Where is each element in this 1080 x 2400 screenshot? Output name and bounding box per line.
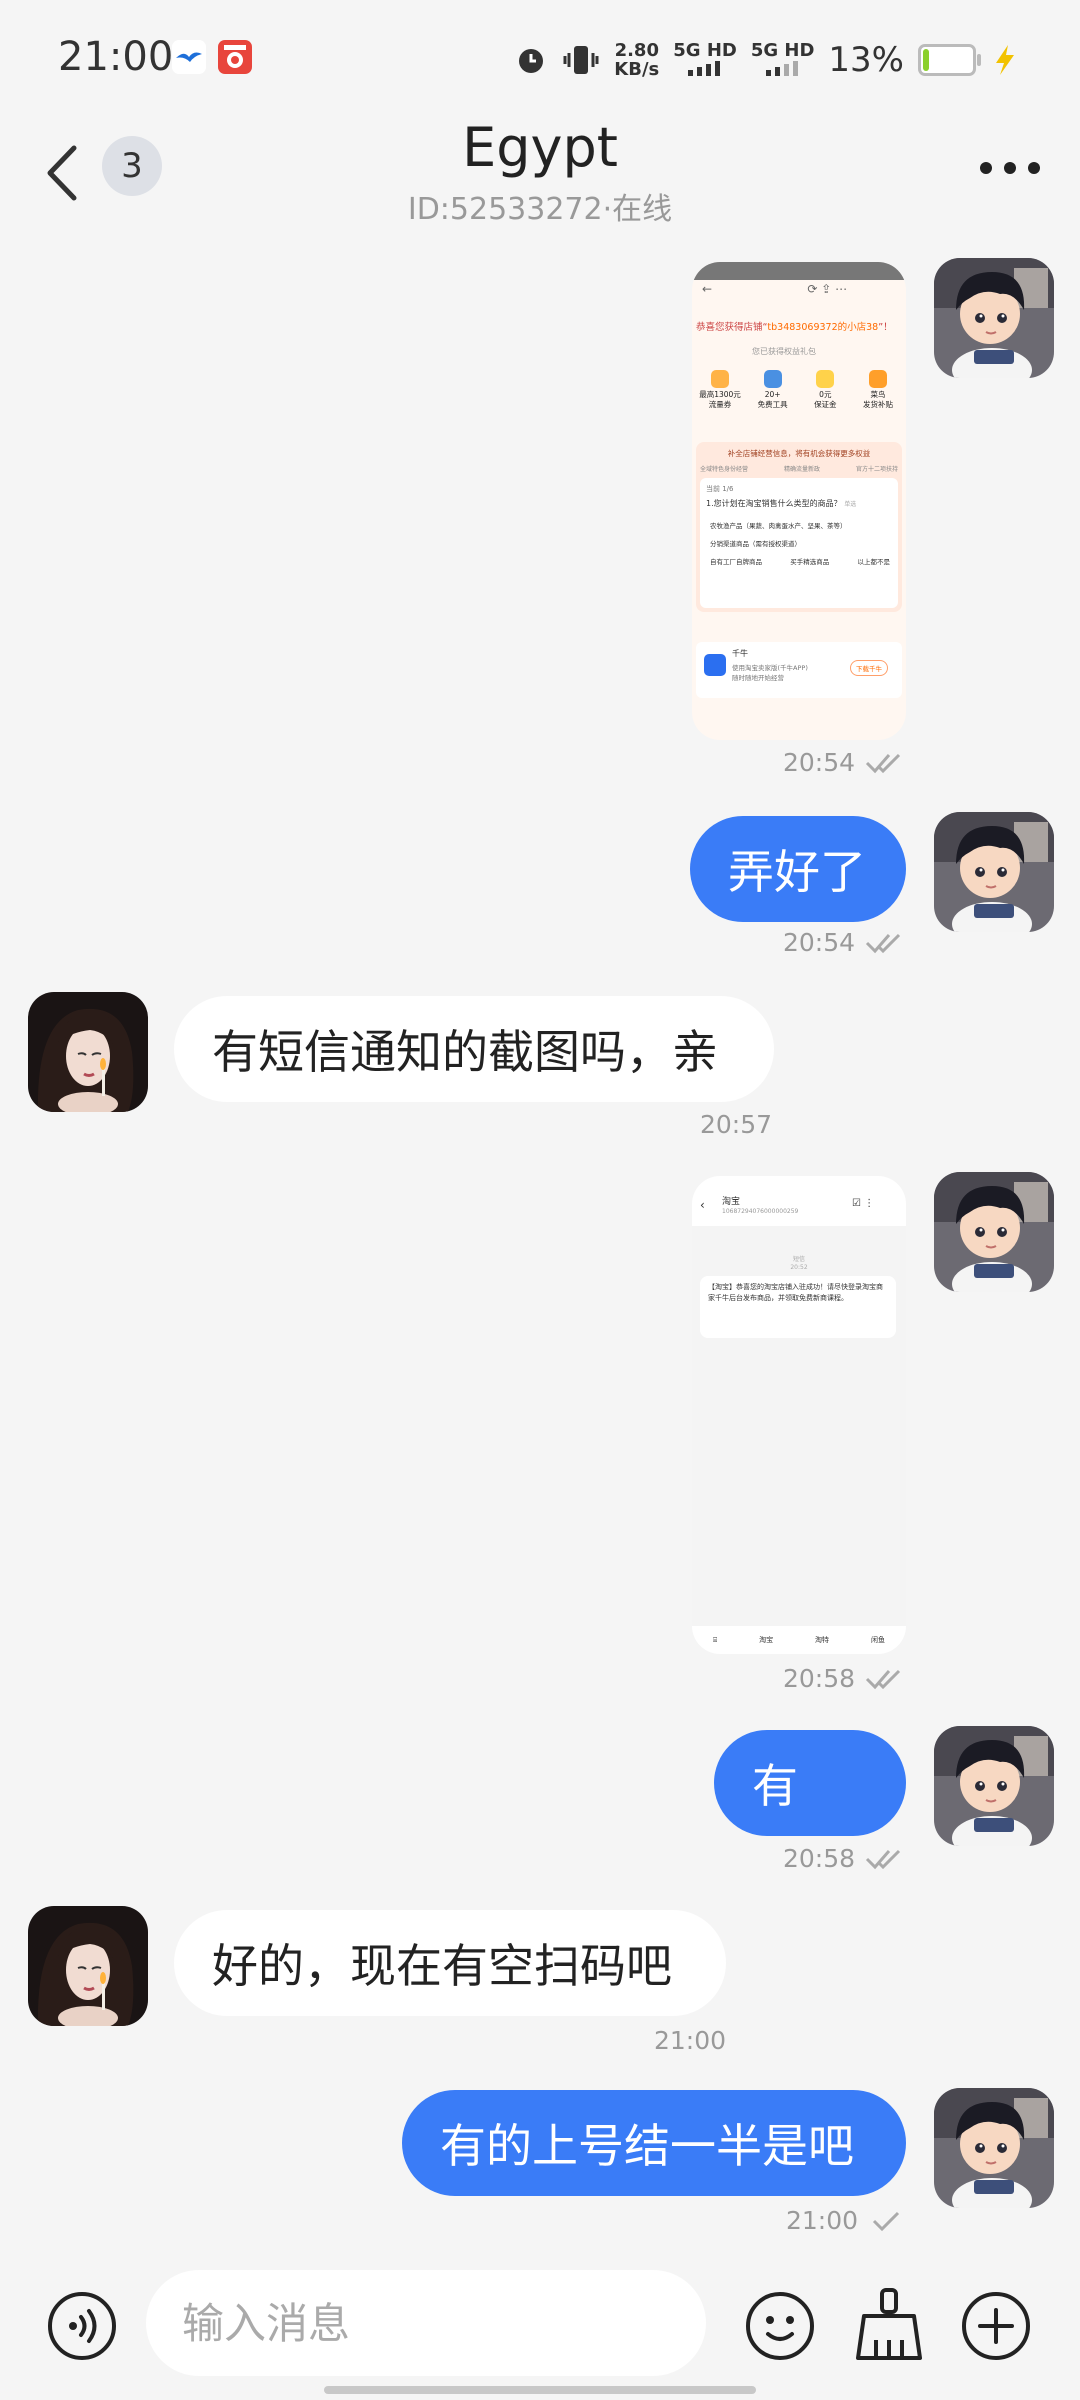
red-app-icon [218, 40, 252, 74]
preview-gift: 您已获得权益礼包 [752, 347, 816, 356]
my-avatar[interactable] [934, 2088, 1054, 2208]
double-check-icon [865, 753, 901, 773]
my-avatar[interactable] [934, 1172, 1054, 1292]
preview-survey-card: 补全店铺经营信息，将有机会获得更多权益 全域特色身份经营 精确流量新政 官方十二项扶… [696, 442, 902, 612]
double-check-icon [865, 933, 901, 953]
plus-icon [962, 2292, 1030, 2360]
voice-icon [48, 2292, 116, 2360]
signal-icon [765, 60, 798, 76]
preview-sms-bubble: 【淘宝】恭喜您的淘宝店铺入驻成功！请尽快登录淘宝商家千牛后台发布商品，并领取免费… [700, 1276, 896, 1338]
message-bubble[interactable]: 好的，现在有空扫码吧 [174, 1910, 726, 2016]
preview-app-banner: 千牛 使用淘宝卖家版(千牛APP) 随时随地开始经营 下载千牛 [696, 642, 902, 698]
chat-subtitle: ID:52533272·在线 [407, 192, 673, 227]
message-bubble[interactable]: 有短信通知的截图吗，亲 [174, 996, 774, 1102]
status-bar: 21:00 2.80 KB/s 5G HD 5G HD 13% [0, 0, 1080, 120]
contact-avatar[interactable] [28, 992, 148, 1112]
message-time: 20:58 [783, 1844, 905, 1873]
dot-icon [1004, 162, 1016, 174]
preview-toolbar: ← ⟳ ⇪ ⋯ [702, 282, 848, 296]
message-time: 21:00 [654, 2026, 727, 2055]
emoji-button[interactable] [744, 2290, 816, 2362]
sim1-signal: 5G HD [673, 41, 737, 80]
dot-icon [980, 162, 992, 174]
home-indicator[interactable] [324, 2386, 756, 2394]
battery-icon [918, 44, 981, 76]
net-speed: 2.80 KB/s [614, 40, 660, 80]
add-button[interactable] [960, 2290, 1032, 2362]
sim2-signal: 5G HD [751, 41, 814, 80]
my-avatar[interactable] [934, 1726, 1054, 1846]
message-time: 20:54 [783, 748, 905, 777]
voice-button[interactable] [46, 2290, 118, 2362]
charging-icon [996, 45, 1014, 75]
signal-icon [688, 60, 721, 76]
preview-benefits: 最高1300元 流量券 20+ 免费工具 0元 保证金 菜鸟 发货补贴 [696, 370, 902, 410]
image-message[interactable]: ← ⟳ ⇪ ⋯ 恭喜您获得店铺“tb3483069372的小店38”！ 您已获得… [692, 262, 906, 740]
input-bar [0, 2250, 1080, 2400]
bird-app-icon [172, 40, 206, 74]
message-time: 20:57 [700, 1110, 773, 1139]
status-time: 21:00 [58, 34, 174, 80]
message-time: 21:00 [786, 2206, 908, 2235]
dot-icon [1028, 162, 1040, 174]
broom-icon [856, 2288, 922, 2360]
my-avatar[interactable] [934, 258, 1054, 378]
preview-status-bar [692, 1176, 906, 1190]
message-bubble[interactable]: 有 [714, 1730, 906, 1836]
message-bubble[interactable]: 弄好了 [690, 816, 906, 922]
preview-status-bar [692, 262, 906, 280]
message-input[interactable] [146, 2270, 706, 2376]
double-check-icon [865, 1849, 901, 1869]
message-time: 20:54 [783, 928, 905, 957]
battery-percent: 13% [828, 40, 904, 80]
preview-sms-header: ‹ 淘宝 10687294076000000259 ☑ ⋮ [692, 1190, 906, 1226]
vibrate-icon [563, 46, 599, 74]
chat-header: 3 Egypt ID:52533272·在线 [0, 116, 1080, 230]
preview-title: 恭喜您获得店铺“tb3483069372的小店38”！ [696, 322, 893, 333]
preview-tabbar: ⌸ 淘宝 淘特 闲鱼 [692, 1626, 906, 1654]
image-message[interactable]: ‹ 淘宝 10687294076000000259 ☑ ⋮ 短信 20:52 【… [692, 1176, 906, 1654]
single-check-icon [872, 2211, 900, 2231]
message-time: 20:58 [783, 1664, 905, 1693]
my-avatar[interactable] [934, 812, 1054, 932]
chat-title: Egypt [462, 116, 618, 179]
more-options-button[interactable] [980, 156, 1040, 180]
double-check-icon [865, 1669, 901, 1689]
message-bubble[interactable]: 有的上号结一半是吧 [402, 2090, 906, 2196]
contact-avatar[interactable] [28, 1906, 148, 2026]
alarm-icon [519, 49, 544, 73]
clear-button[interactable] [852, 2286, 926, 2362]
emoji-icon [746, 2292, 814, 2360]
